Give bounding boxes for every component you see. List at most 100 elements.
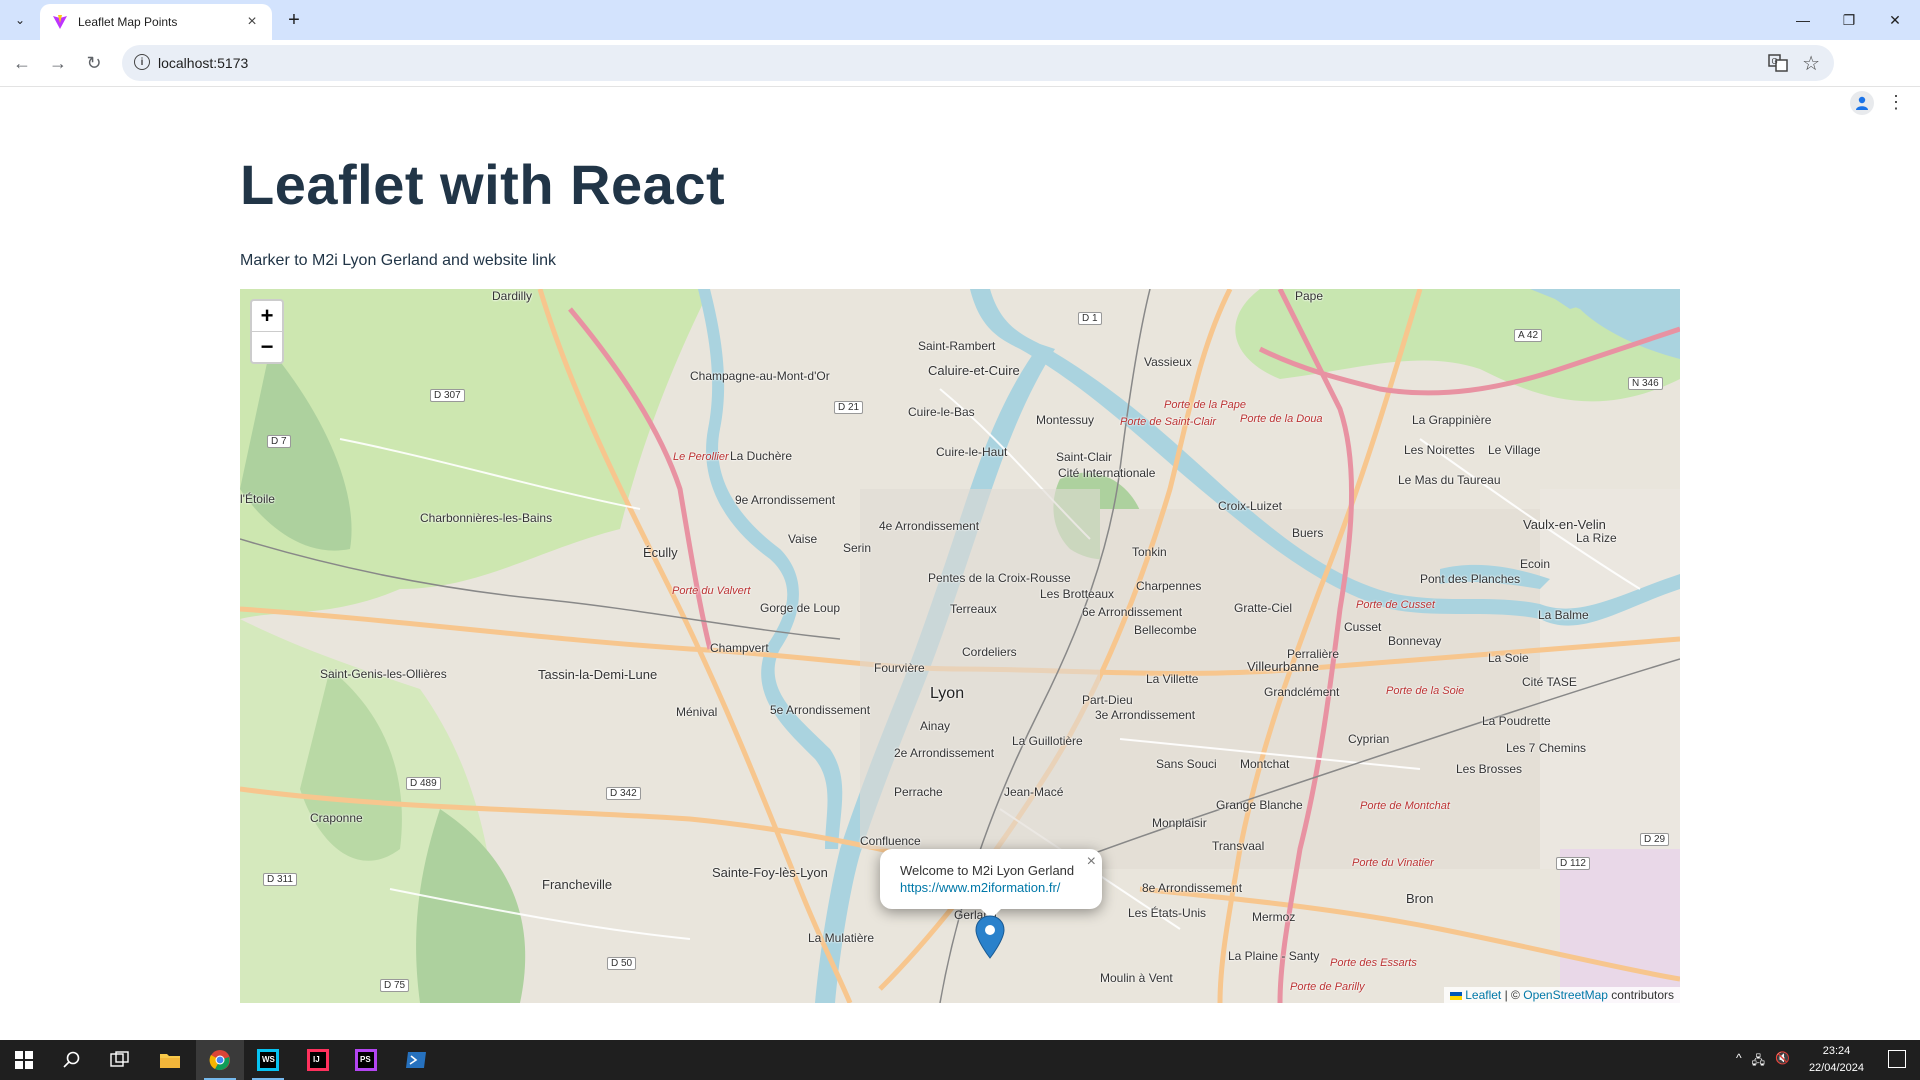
map-place-label: Les 7 Chemins [1506, 741, 1587, 755]
map-place-label: Gratte-Ciel [1234, 601, 1293, 615]
map-place-label: 4e Arrondissement [879, 519, 980, 533]
map-place-label: La Duchère [730, 449, 793, 463]
svg-text:WS: WS [262, 1055, 276, 1064]
powershell-taskbar-icon[interactable] [392, 1040, 440, 1080]
map-place-label: Confluence [860, 834, 921, 848]
forward-icon[interactable]: → [44, 49, 72, 77]
map-place-label: Croix-Luizet [1218, 499, 1283, 513]
map-place-label: Ménival [676, 705, 718, 719]
map-place-label: Saint-Rambert [918, 339, 996, 353]
phpstorm-taskbar-icon[interactable]: PS [342, 1040, 390, 1080]
osm-link[interactable]: OpenStreetMap [1523, 988, 1608, 1002]
road-shield-label: D 342 [606, 787, 641, 800]
map-place-label: Champvert [710, 641, 769, 655]
back-icon[interactable]: ← [8, 49, 36, 77]
map-place-label: Montchat [1240, 757, 1290, 771]
file-explorer-icon[interactable] [146, 1040, 194, 1080]
marker-popup: Welcome to M2i Lyon Gerland https://www.… [880, 849, 1102, 919]
map-place-label: 3e Arrondissement [1095, 708, 1196, 722]
address-bar[interactable]: i localhost:5173 G ☆ [122, 45, 1834, 81]
translate-icon[interactable]: G [1768, 53, 1788, 73]
popup-close-icon[interactable]: × [1087, 853, 1096, 871]
reload-icon[interactable]: ↻ [80, 49, 108, 77]
map-place-label: Porte du Valvert [672, 585, 751, 597]
map-place-label: Moulin à Vent [1100, 971, 1173, 985]
map-marker-icon[interactable] [975, 915, 1005, 959]
map-place-label: Le Mas du Taureau [1398, 473, 1501, 487]
map-place-label: La Soie [1488, 651, 1529, 665]
popup-message: Welcome to M2i Lyon Gerland [900, 863, 1075, 878]
bookmark-star-icon[interactable]: ☆ [1802, 51, 1820, 76]
map-place-label: Porte de la Pape [1164, 399, 1246, 411]
map-place-label: La Plaine - Santy [1228, 949, 1320, 963]
browser-tab-bar: ⌄ Leaflet Map Points × + — ❐ ✕ [0, 0, 1920, 40]
map-place-label: 6e Arrondissement [1082, 605, 1183, 619]
map-place-label: Porte de Parilly [1290, 981, 1365, 993]
notification-center-icon[interactable] [1888, 1050, 1906, 1068]
chrome-taskbar-icon[interactable] [196, 1040, 244, 1080]
map-place-label: Cusset [1344, 620, 1382, 634]
map-place-label: Vassieux [1144, 355, 1192, 369]
map-place-label: Tonkin [1132, 545, 1167, 559]
start-button[interactable] [0, 1040, 48, 1080]
popup-website-link[interactable]: https://www.m2iformation.fr/ [900, 880, 1060, 895]
leaflet-link[interactable]: Leaflet [1465, 988, 1501, 1002]
browser-menu-icon[interactable]: ⋮ [1886, 92, 1906, 116]
map-place-label: Cité Internationale [1058, 466, 1156, 480]
map-place-label: La Mulatière [808, 931, 875, 945]
road-shield-label: D 50 [607, 957, 637, 970]
map-place-label: Mermoz [1252, 910, 1296, 924]
map-place-label: La Poudrette [1482, 714, 1551, 728]
map-place-label: Tassin-la-Demi-Lune [538, 667, 658, 682]
browser-tab[interactable]: Leaflet Map Points × [40, 4, 272, 40]
tab-close-icon[interactable]: × [242, 12, 262, 32]
browser-toolbar: ← → ↻ i localhost:5173 G ☆ ⋮ [0, 40, 1920, 115]
zoom-in-button[interactable]: + [252, 301, 282, 332]
map-place-label: Porte de Saint-Clair [1120, 416, 1216, 428]
map-attribution: Leaflet | © OpenStreetMap contributors [1443, 987, 1680, 1003]
map-place-label: l'Étoile [240, 492, 275, 506]
map-place-label: Part-Dieu [1082, 693, 1133, 707]
map-place-label: Les Brosses [1456, 762, 1523, 776]
intellij-taskbar-icon[interactable]: IJ [294, 1040, 342, 1080]
network-icon[interactable]: 🖧 [1752, 1051, 1765, 1072]
webstorm-taskbar-icon[interactable]: WS [244, 1040, 292, 1080]
map-place-label: Bonnevay [1388, 634, 1442, 648]
map-place-label: Sans Souci [1156, 757, 1217, 771]
svg-text:G: G [1772, 57, 1778, 66]
map-place-label: Les États-Unis [1128, 906, 1207, 920]
map-place-label: La Grappinière [1412, 413, 1492, 427]
profile-avatar-icon[interactable] [1850, 91, 1874, 115]
map-place-label: Cuire-le-Haut [936, 445, 1008, 459]
map-place-label: Saint-Clair [1056, 450, 1113, 464]
attribution-separator: | © [1504, 988, 1520, 1002]
map-place-label: Gorge de Loup [760, 601, 841, 615]
leaflet-map[interactable]: Lyon Villeurbanne Caluire-et-Cuire Vaulx-en… [240, 289, 1680, 1003]
road-shield-label: D 311 [263, 873, 297, 886]
map-place-label: La Rize [1576, 531, 1617, 545]
show-hidden-icons-icon[interactable]: ^ [1736, 1051, 1742, 1072]
tab-search-button[interactable]: ⌄ [8, 8, 32, 32]
zoom-out-button[interactable]: − [252, 332, 282, 362]
map-place-label: 2e Arrondissement [894, 746, 995, 760]
taskbar-clock[interactable]: 23:24 22/04/2024 [1809, 1043, 1864, 1077]
minimize-button[interactable]: — [1780, 0, 1826, 40]
map-place-label: Sainte-Foy-lès-Lyon [712, 865, 828, 880]
new-tab-button[interactable]: + [282, 8, 306, 32]
site-info-icon[interactable]: i [134, 54, 150, 70]
road-shield-label: D 489 [406, 777, 441, 790]
map-place-label: Les Brotteaux [1040, 587, 1115, 601]
clock-time: 23:24 [1822, 1045, 1851, 1057]
search-taskbar-icon[interactable] [48, 1040, 96, 1080]
road-shield-label: D 21 [834, 401, 864, 414]
road-shield-label: D 7 [267, 435, 291, 448]
map-place-label: Grange Blanche [1216, 798, 1303, 812]
task-view-icon[interactable] [96, 1040, 144, 1080]
restore-button[interactable]: ❐ [1826, 0, 1872, 40]
map-place-label: Monplaisir [1152, 816, 1207, 830]
close-window-button[interactable]: ✕ [1872, 0, 1918, 40]
map-place-label: Porte de la Doua [1240, 413, 1323, 425]
map-place-label: 5e Arrondissement [770, 703, 871, 717]
url-text[interactable]: localhost:5173 [158, 55, 248, 71]
volume-muted-icon[interactable]: 🔇 [1775, 1051, 1790, 1072]
